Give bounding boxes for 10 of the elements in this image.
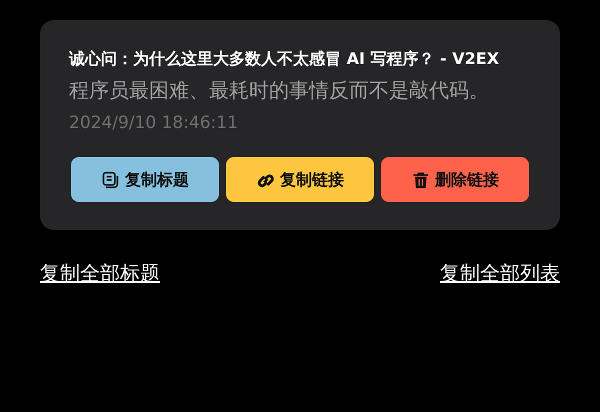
copy-title-button[interactable]: 复制标题 xyxy=(71,157,219,202)
copy-link-button[interactable]: 复制链接 xyxy=(226,157,374,202)
link[interactable]: 复制全部标题 xyxy=(40,258,160,288)
timestamp: 2024/9/10 18:46:11 xyxy=(69,112,239,135)
document-icon xyxy=(101,170,119,188)
card-description: 程序员最困难、最耗时的事情反而不是敲代码。 xyxy=(69,77,490,104)
delete-link-button[interactable]: 删除链接 xyxy=(381,157,529,202)
card-title: 诚心问：为什么这里大多数人不太感冒 AI 写程序？ - V2EX xyxy=(69,48,500,70)
link[interactable]: 复制全部列表 xyxy=(440,258,560,288)
trash-icon xyxy=(411,170,429,188)
